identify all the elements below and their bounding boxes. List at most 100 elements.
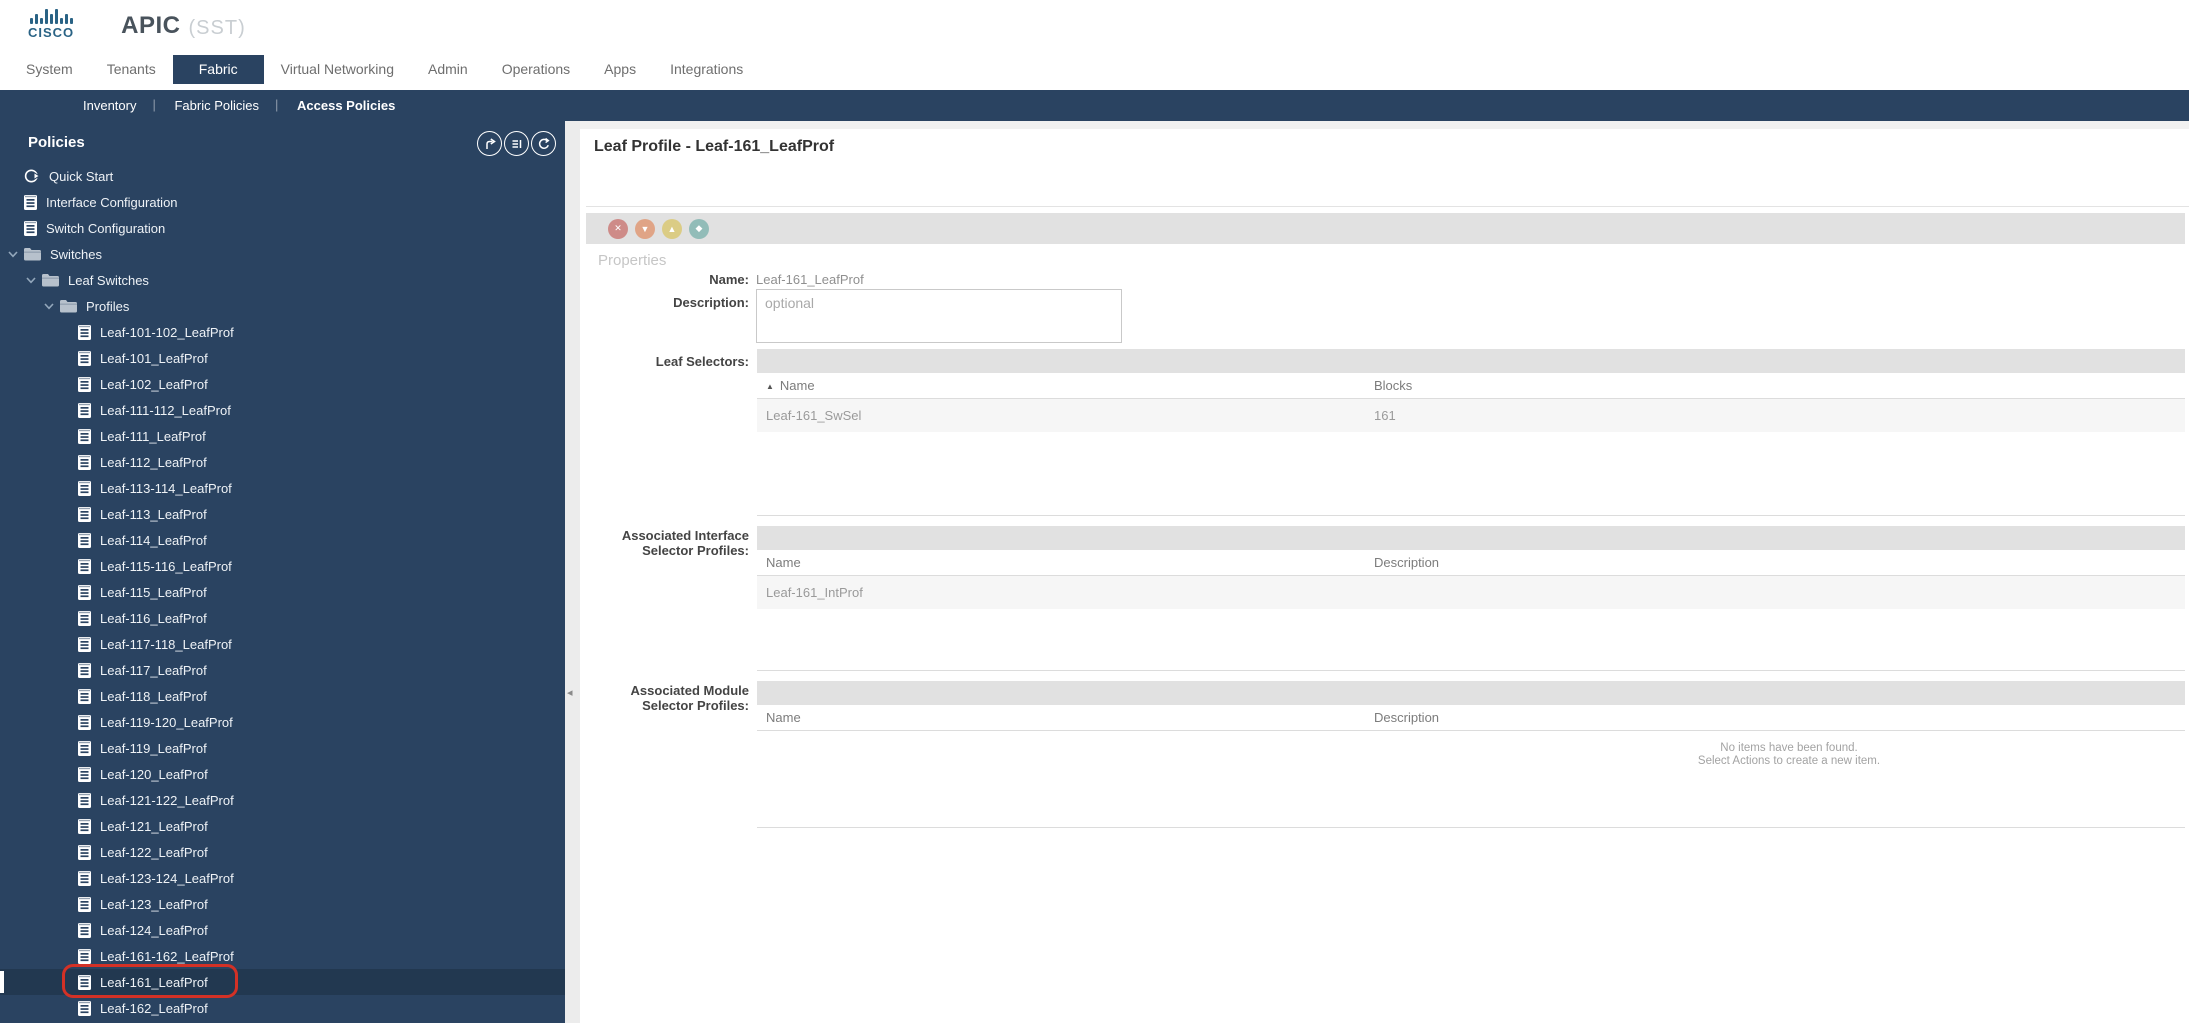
cell-name: Leaf-161_SwSel (766, 408, 862, 423)
name-value: Leaf-161_LeafProf (756, 272, 864, 287)
tree-item[interactable]: Leaf-112_LeafProf (0, 449, 565, 475)
policies-sidebar: Policies Quick Start Interface Configura… (0, 121, 565, 1023)
fault-toolbar: ✕ ▼ ▲ ◆ (586, 213, 2185, 244)
tree-item[interactable]: Leaf-101-102_LeafProf (0, 319, 565, 345)
tree-item-label: Leaf-121-122_LeafProf (100, 792, 234, 808)
column-header-name[interactable]: Name (766, 550, 801, 576)
warning-fault-badge[interactable]: ◆ (689, 218, 709, 239)
tree-item[interactable]: Leaf-111_LeafProf (0, 423, 565, 449)
tree-item[interactable]: Leaf-123-124_LeafProf (0, 865, 565, 891)
subnav-item[interactable]: Access Policies (275, 97, 414, 113)
tree-item[interactable]: Interface Configuration (0, 189, 565, 215)
profile-doc-icon (78, 558, 91, 574)
nav-tab[interactable]: Tenants (90, 55, 173, 84)
tree-item[interactable]: Quick Start (0, 163, 565, 189)
chevron-down-icon[interactable] (26, 276, 40, 284)
column-header-name[interactable]: ▲ Name (766, 373, 815, 400)
tree-item[interactable]: Leaf-122_LeafProf (0, 839, 565, 865)
expand-tree-icon[interactable] (477, 131, 502, 156)
refresh-icon[interactable] (531, 131, 556, 156)
chevron-down-icon[interactable] (8, 250, 22, 258)
column-header-blocks[interactable]: Blocks (1374, 373, 1412, 399)
subnav-item[interactable]: Fabric Policies (152, 97, 278, 113)
tree-item[interactable]: Leaf-115-116_LeafProf (0, 553, 565, 579)
tree-item[interactable]: Leaf-113_LeafProf (0, 501, 565, 527)
tree-item[interactable]: Leaf Switches (0, 267, 565, 293)
nav-tab[interactable]: Admin (411, 55, 485, 84)
tree-item[interactable]: Leaf-101_LeafProf (0, 345, 565, 371)
profile-doc-icon (78, 688, 91, 704)
table-row[interactable]: Leaf-161_IntProf formed (757, 576, 2185, 609)
nav-tab-label: System (26, 61, 73, 77)
cisco-bars-icon (29, 8, 73, 24)
cisco-logo-icon: CISCO (28, 8, 74, 40)
subnav-item-label: Access Policies (297, 98, 396, 113)
tree-item[interactable]: Leaf-111-112_LeafProf (0, 397, 565, 423)
description-input[interactable] (756, 289, 1122, 343)
column-header-description[interactable]: Description (1374, 550, 1439, 576)
cisco-wordmark: CISCO (28, 25, 75, 40)
tree-item[interactable]: Leaf-119_LeafProf (0, 735, 565, 761)
sidebar-resize-gutter[interactable]: ◂ (565, 121, 580, 1023)
tree-item[interactable]: Leaf-118_LeafProf (0, 683, 565, 709)
tree-item[interactable]: Leaf-117_LeafProf (0, 657, 565, 683)
tree-item[interactable]: Leaf-162_LeafProf (0, 995, 565, 1021)
tree-item[interactable]: Leaf-121-122_LeafProf (0, 787, 565, 813)
tree-item[interactable]: Leaf-116_LeafProf (0, 605, 565, 631)
nav-tab[interactable]: Apps (587, 55, 653, 84)
tree-item[interactable]: Leaf-117-118_LeafProf (0, 631, 565, 657)
minor-fault-badge[interactable]: ▲ (662, 218, 682, 239)
profile-doc-icon (78, 896, 91, 912)
nav-tab[interactable]: Fabric (172, 55, 264, 84)
tree-item-label: Leaf-111-112_LeafProf (100, 402, 231, 418)
table-row[interactable]: Leaf-161_SwSel 161 AllLeaves_PolGrp (757, 399, 2185, 432)
tree-item[interactable]: Leaf-123_LeafProf (0, 891, 565, 917)
nav-tab-label: Integrations (670, 61, 744, 77)
tree-item[interactable]: Profiles (0, 293, 565, 319)
subnav-item[interactable]: Inventory (64, 98, 155, 113)
tree-item[interactable]: Switches (0, 241, 565, 267)
critical-fault-badge[interactable]: ✕ (608, 218, 628, 239)
collapse-sidebar-icon[interactable]: ◂ (567, 686, 573, 699)
profile-doc-icon (78, 948, 91, 964)
policies-tree: Quick Start Interface Configuration Swit… (0, 163, 565, 1021)
tree-item[interactable]: Leaf-102_LeafProf (0, 371, 565, 397)
major-fault-badge[interactable]: ▼ (635, 218, 655, 239)
tree-item-label: Interface Configuration (46, 194, 178, 210)
sidebar-toolbar (477, 131, 556, 156)
profile-doc-icon (24, 220, 37, 236)
tree-item[interactable]: Leaf-124_LeafProf (0, 917, 565, 943)
profile-doc-icon (78, 532, 91, 548)
chevron-down-icon[interactable] (44, 302, 58, 310)
tree-item-label: Leaf-112_LeafProf (100, 454, 207, 470)
tree-options-icon[interactable] (504, 131, 529, 156)
folder-icon (24, 248, 41, 261)
nav-tab[interactable]: Integrations (653, 55, 760, 84)
profile-doc-icon (78, 1000, 91, 1016)
tree-item[interactable]: Leaf-115_LeafProf (0, 579, 565, 605)
leaf-selectors-toolbar (757, 349, 2185, 373)
tree-item[interactable]: Leaf-119-120_LeafProf (0, 709, 565, 735)
tree-item[interactable]: Leaf-161-162_LeafProf (0, 943, 565, 969)
tree-item[interactable]: Leaf-113-114_LeafProf (0, 475, 565, 501)
assoc-module-toolbar (757, 681, 2185, 705)
subnav-item-label: Inventory (83, 98, 137, 113)
tree-item-label: Leaf-116_LeafProf (100, 610, 207, 626)
content-pane: Leaf Profile - Leaf-161_LeafProf ✕ ▼ ▲ ◆… (580, 121, 2189, 1023)
leaf-selectors-table: ▲Name Blocks Policy Group Leaf-161_SwSel… (757, 373, 2185, 516)
tree-item[interactable]: Leaf-161_LeafProf (0, 964, 565, 998)
profile-doc-icon (78, 376, 91, 392)
folder-icon (60, 300, 77, 313)
column-header-description[interactable]: Description (1374, 705, 1439, 731)
column-header-name[interactable]: Name (766, 705, 801, 731)
nav-tab-label: Operations (501, 61, 571, 77)
tree-item-label: Leaf-101-102_LeafProf (100, 324, 234, 340)
tree-item[interactable]: Leaf-114_LeafProf (0, 527, 565, 553)
tree-item[interactable]: Leaf-121_LeafProf (0, 813, 565, 839)
tree-item-label: Profiles (86, 298, 130, 314)
nav-tab[interactable]: Virtual Networking (264, 55, 411, 84)
nav-tab[interactable]: System (9, 55, 90, 84)
tree-item[interactable]: Leaf-120_LeafProf (0, 761, 565, 787)
nav-tab[interactable]: Operations (485, 55, 587, 84)
tree-item[interactable]: Switch Configuration (0, 215, 565, 241)
